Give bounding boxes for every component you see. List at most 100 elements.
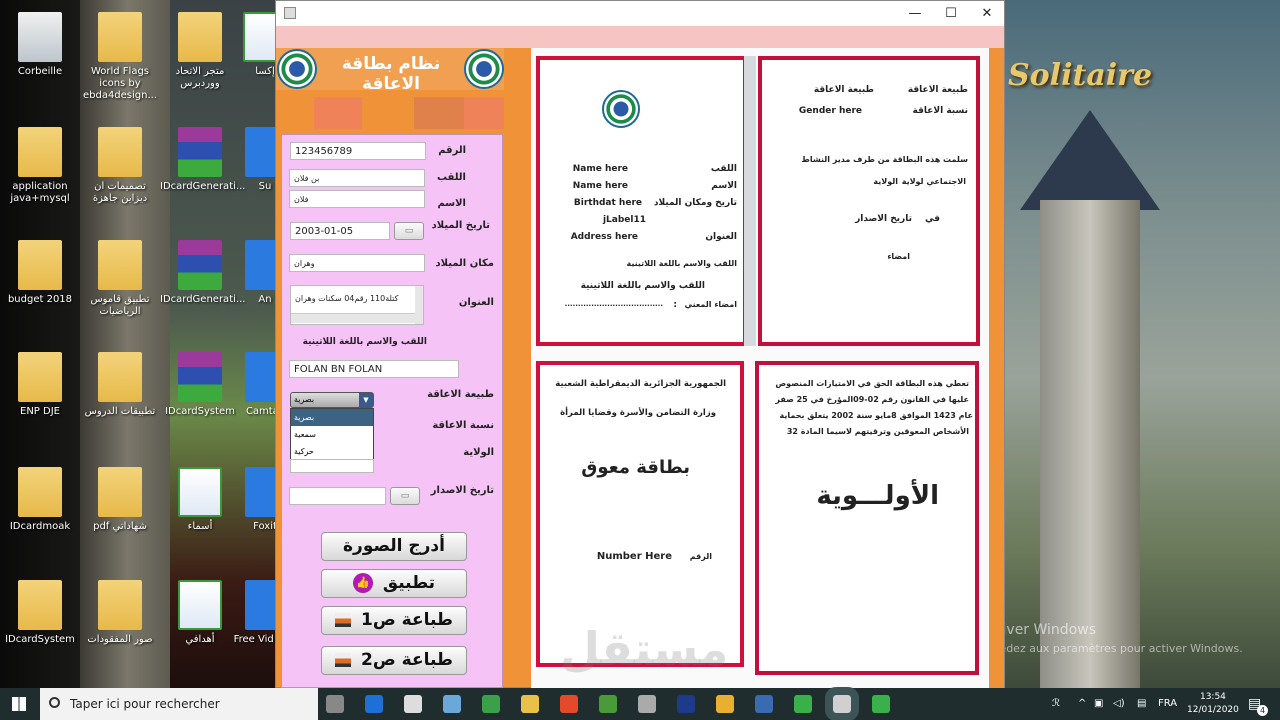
- rar-icon: [178, 352, 222, 402]
- close-button[interactable]: ✕: [969, 1, 1005, 26]
- issue-date-value: تاريخ الاصدار: [855, 214, 912, 224]
- address-hscrollbar[interactable]: [291, 313, 415, 323]
- thumbs-up-icon: 👍: [352, 573, 373, 593]
- printer-icon: [335, 653, 352, 667]
- folder-icon: [18, 127, 62, 177]
- folder-icon: [98, 352, 142, 402]
- desktop-icon[interactable]: IDcardSystem: [0, 580, 80, 646]
- number-value: Number Here: [596, 551, 672, 562]
- surname-label: اللقب: [436, 172, 466, 183]
- store-icon[interactable]: [560, 695, 578, 713]
- card-gap: [744, 56, 756, 346]
- card-priority: تعطي هذه البطاقة الحق في الامتيازات المن…: [755, 361, 979, 675]
- birth-value: Birthdat here: [573, 198, 642, 208]
- address-label: العنوان: [705, 232, 737, 242]
- signature-line: .....................................: [564, 300, 663, 308]
- calendar-icon[interactable]: ▭: [390, 487, 420, 505]
- desktop-icon-label: pdf شهاداتي: [93, 521, 147, 532]
- file-explorer-icon[interactable]: [521, 695, 539, 713]
- button-label: طباعة ص1: [361, 610, 453, 630]
- language-indicator[interactable]: FRA: [1158, 688, 1177, 720]
- insert-photo-button[interactable]: أدرج الصورة: [321, 532, 467, 561]
- disability-rate-value: Gender here: [798, 106, 862, 116]
- issue-date-input[interactable]: [289, 487, 386, 505]
- clock[interactable]: 13:54 12/01/2020: [1187, 691, 1239, 717]
- task-view-icon[interactable]: [326, 695, 344, 713]
- search-icon: [49, 697, 60, 708]
- desktop-icon[interactable]: ENP DJE: [0, 352, 80, 418]
- disability-rate-label: نسبة الاعاقة: [432, 420, 494, 431]
- wilaya-label: الولاية: [463, 447, 494, 458]
- desktop-icon[interactable]: World Flags icons by ebda4design...: [80, 12, 160, 102]
- print-page1-button[interactable]: طباعة ص1: [321, 606, 467, 635]
- desktop-icon[interactable]: application java+mysql: [0, 127, 80, 205]
- app-window: — ☐ ✕ نظام بطاقة الاعاقة 123456789 الرقم…: [275, 0, 1005, 688]
- desktop-icon[interactable]: صور المفقودات: [80, 580, 160, 646]
- paint-icon[interactable]: [443, 695, 461, 713]
- desktop-icon[interactable]: Corbeille: [0, 12, 80, 78]
- network-icon[interactable]: ▣: [1094, 688, 1103, 720]
- number-input[interactable]: 123456789: [290, 142, 426, 160]
- taskbar-search[interactable]: Taper ici pour rechercher: [40, 688, 318, 720]
- dropdown-option[interactable]: بصرية: [291, 409, 373, 426]
- title-bar[interactable]: — ☐ ✕: [276, 1, 1004, 26]
- apply-button[interactable]: تطبيق 👍: [321, 569, 467, 598]
- logo-icon: [602, 90, 640, 128]
- app-icon[interactable]: [638, 695, 656, 713]
- camtasia-icon[interactable]: [794, 695, 812, 713]
- chevron-up-icon[interactable]: ^: [1078, 688, 1086, 720]
- virtualbox-icon[interactable]: [755, 695, 773, 713]
- desktop-icon[interactable]: تطبيق قاموس الرياضيات: [80, 240, 160, 318]
- windows-start-icon[interactable]: [12, 697, 26, 711]
- folder-icon: [18, 352, 62, 402]
- birth-label: تاريخ ومكان الميلاد: [653, 198, 737, 208]
- xls-icon: [178, 467, 222, 517]
- desktop-icon[interactable]: budget 2018: [0, 240, 80, 306]
- chrome-icon[interactable]: [716, 695, 734, 713]
- taskbar: Taper ici pour rechercher ℛ ^ ▣ ◁) ▤ FRA…: [0, 687, 1280, 720]
- folder-icon: [98, 467, 142, 517]
- latin-name-input[interactable]: FOLAN BN FOLAN: [289, 360, 459, 378]
- disability-rate-label: نسبة الاعاقة: [912, 106, 968, 116]
- keyboard-icon[interactable]: ▤: [1137, 688, 1146, 720]
- camtasia-icon[interactable]: [872, 695, 890, 713]
- birthdate-input[interactable]: 2003-01-05: [290, 222, 390, 240]
- print-page2-button[interactable]: طباعة ص2: [321, 646, 467, 675]
- input-form: 123456789 الرقم بن فلان اللقب فلان الاسم…: [281, 134, 503, 688]
- photoshop-icon[interactable]: [677, 695, 695, 713]
- people-icon[interactable]: ℛ: [1052, 688, 1060, 720]
- calendar-icon[interactable]: ▭: [394, 222, 424, 240]
- edge-icon[interactable]: [365, 695, 383, 713]
- volume-icon[interactable]: ◁): [1113, 688, 1125, 720]
- desktop-icon[interactable]: تطبيقات الدروس: [80, 352, 160, 418]
- mail-icon[interactable]: [404, 695, 422, 713]
- address-value: Address here: [570, 232, 638, 242]
- app-icon[interactable]: [599, 695, 617, 713]
- desktop-icon[interactable]: تصميمات ان ديزاين جاهزة: [80, 127, 160, 205]
- wilaya-input[interactable]: [290, 459, 374, 473]
- desktop-icon-label: budget 2018: [7, 294, 73, 305]
- top-strip: [276, 26, 1004, 48]
- disability-type-select[interactable]: بصرية ▼: [290, 392, 374, 408]
- issue-date-label: تاريخ الاصدار: [430, 485, 494, 496]
- name-input[interactable]: فلان: [289, 190, 425, 208]
- priority-text: الأشخاص المعوقين وترقيتهم لاسيما المادة …: [786, 427, 969, 436]
- desktop-icon-label: صور المفقودات: [87, 634, 153, 645]
- dropdown-option[interactable]: سمعية: [291, 426, 373, 443]
- birthplace-input[interactable]: وهران: [289, 254, 425, 272]
- priority-text: تعطي هذه البطاقة الحق في الامتيازات المن…: [775, 379, 969, 388]
- maximize-button[interactable]: ☐: [933, 1, 969, 26]
- rar-icon: [178, 240, 222, 290]
- java-icon[interactable]: [825, 687, 859, 720]
- address-scrollbar[interactable]: [415, 286, 423, 324]
- desktop-icon-label: تصميمات ان ديزاين جاهزة: [92, 181, 148, 204]
- surname-input[interactable]: بن فلان: [289, 169, 425, 187]
- desktop-icon[interactable]: IDcardmoak: [0, 467, 80, 533]
- birthplace-label: مكان الميلاد: [435, 258, 494, 269]
- button-label: تطبيق: [382, 573, 436, 593]
- desktop-icon[interactable]: pdf شهاداتي: [80, 467, 160, 533]
- minimize-button[interactable]: —: [897, 1, 933, 26]
- dropdown-option[interactable]: حركية: [291, 443, 373, 460]
- android-studio-icon[interactable]: [482, 695, 500, 713]
- number-label: الرقم: [438, 145, 466, 156]
